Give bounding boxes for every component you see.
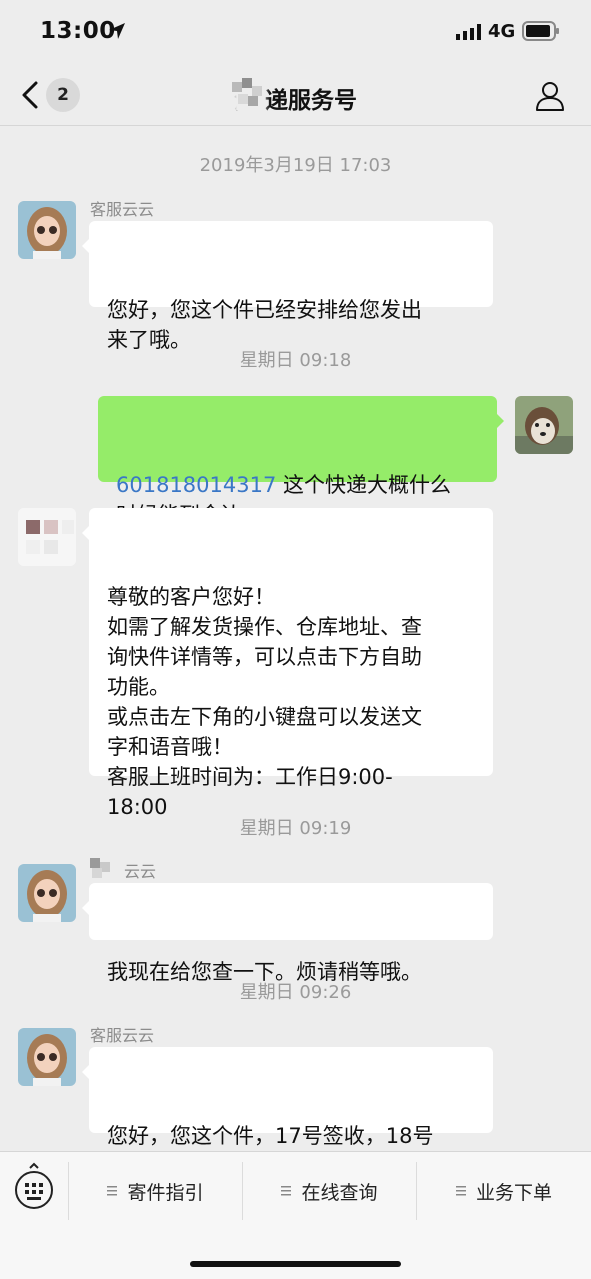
- agent-avatar-icon: [18, 201, 76, 259]
- avatar[interactable]: [18, 1028, 76, 1086]
- message-bubble[interactable]: 尊敬的客户您好！ 如需了解发货操作、仓库地址、查 询快件详情等，可以点击下方自助…: [82, 508, 493, 819]
- redacted-avatar-icon: [18, 508, 76, 566]
- network-type: 4G: [488, 21, 516, 42]
- user-avatar[interactable]: [515, 396, 573, 454]
- message-bubble[interactable]: 我现在给您查一下。烦请稍等哦。: [82, 883, 493, 984]
- message-text: 尊敬的客户您好！ 如需了解发货操作、仓库地址、查 询快件详情等，可以点击下方自助…: [107, 585, 422, 819]
- bottom-menu-bar: 寄件指引 在线查询 业务下单: [0, 1151, 591, 1279]
- agent-avatar-icon: [18, 864, 76, 922]
- menu-item-label: 业务下单: [475, 1181, 552, 1204]
- back-chevron-icon[interactable]: [20, 80, 40, 110]
- page-title: 汇 递服务号: [233, 88, 357, 114]
- profile-icon[interactable]: [534, 80, 566, 112]
- sender-name: 客服云云: [90, 200, 155, 219]
- menu-item-label: 寄件指引: [127, 1181, 204, 1204]
- sender-name-redaction: [90, 858, 110, 878]
- cellular-signal-icon: [456, 24, 481, 40]
- avatar[interactable]: [18, 864, 76, 922]
- unread-count-badge[interactable]: 2: [46, 78, 80, 112]
- message-bubble-outgoing[interactable]: 601818014317 这个快递大概什么 时候能到金边: [98, 396, 504, 527]
- menu-lines-icon: [281, 1186, 292, 1196]
- dog-avatar-icon: [515, 396, 573, 454]
- sender-name: 云云: [124, 862, 157, 881]
- battery-icon: [522, 21, 559, 41]
- keyboard-toggle-button[interactable]: [0, 1152, 68, 1230]
- menu-item-shipping-guide[interactable]: 寄件指引: [69, 1152, 242, 1230]
- timestamp: 星期日 09:19: [239, 818, 352, 839]
- message-bubble[interactable]: 您好，您这个件，17号签收，18号 发货，预计27号到货哦。: [82, 1047, 493, 1178]
- timestamp: 星期日 09:18: [239, 350, 352, 371]
- message-text: 您好，您这个件已经安排给您发出 来了哦。: [107, 298, 422, 352]
- home-indicator: [190, 1261, 401, 1267]
- sender-name: 客服云云: [90, 1026, 155, 1045]
- status-time: 13:00: [40, 18, 116, 44]
- menu-lines-icon: [107, 1186, 118, 1196]
- menu-lines-icon: [455, 1186, 466, 1196]
- menu-item-online-query[interactable]: 在线查询: [243, 1152, 416, 1230]
- message-bubble[interactable]: 您好，您这个件已经安排给您发出 来了哦。: [82, 221, 493, 352]
- timestamp: 星期日 09:26: [239, 982, 352, 1003]
- avatar-redacted[interactable]: [18, 508, 76, 566]
- keyboard-icon: [15, 1162, 53, 1209]
- menu-item-place-order[interactable]: 业务下单: [417, 1152, 591, 1230]
- timestamp: 2019年3月19日 17:03: [199, 155, 392, 176]
- menu-item-label: 在线查询: [301, 1181, 378, 1204]
- tracking-number-link[interactable]: 601818014317: [116, 473, 276, 497]
- agent-avatar-icon: [18, 1028, 76, 1086]
- avatar[interactable]: [18, 201, 76, 259]
- nav-bar: 2 汇 递服务号: [0, 66, 591, 126]
- title-redaction-mosaic: [232, 78, 262, 106]
- location-arrow-icon: [109, 23, 125, 39]
- status-bar: 13:00 4G: [0, 0, 591, 66]
